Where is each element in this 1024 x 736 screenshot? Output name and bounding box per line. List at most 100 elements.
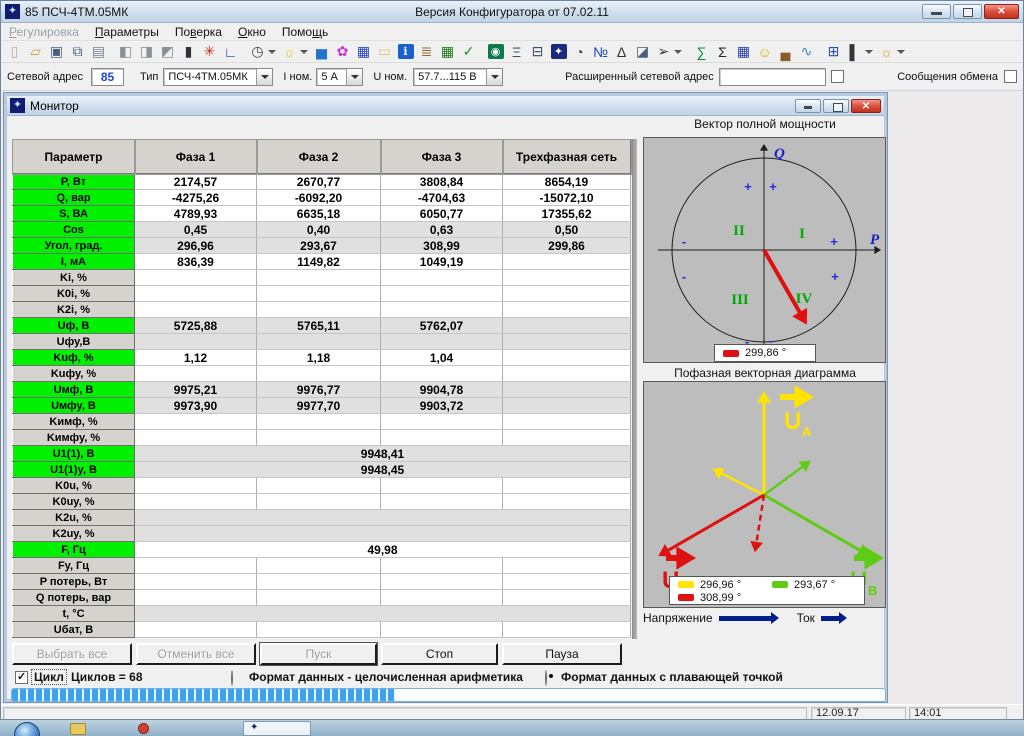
info-icon[interactable]: ℹ — [395, 42, 416, 62]
monitor-minimize-button[interactable] — [795, 98, 821, 113]
chevron-down-icon[interactable] — [300, 49, 308, 54]
start-button[interactable] — [14, 722, 40, 736]
pointer-icon[interactable]: ➢ — [653, 42, 674, 62]
export-icon[interactable]: ⊞ — [823, 42, 844, 62]
format-float-radio[interactable] — [545, 670, 547, 686]
chevron-down-icon[interactable] — [346, 68, 363, 85]
scales-icon[interactable]: Ξ — [506, 42, 527, 62]
param-label[interactable]: F, Гц — [12, 541, 135, 558]
param-label[interactable]: K2uу, % — [12, 525, 135, 542]
param-label[interactable]: Cos — [12, 221, 135, 238]
format-int-label[interactable]: Формат данных - целочисленная арифметика — [249, 670, 523, 684]
type-combobox[interactable]: ПСЧ-4ТМ.05МК — [163, 67, 274, 86]
network-address-field[interactable]: 85 — [91, 67, 125, 86]
delta-icon[interactable]: Δ — [611, 42, 632, 62]
param-label[interactable]: Uф, В — [12, 317, 135, 334]
param-label[interactable]: Uбат, В — [12, 621, 135, 638]
taskbar[interactable] — [0, 719, 1024, 736]
param-label[interactable]: P потерь, Вт — [12, 573, 135, 590]
messages-checkbox[interactable] — [1004, 70, 1017, 83]
calendar-icon[interactable]: ▦ — [353, 42, 374, 62]
param-label[interactable]: Fу, Гц — [12, 557, 135, 574]
param-label[interactable]: Uмф, В — [12, 381, 135, 398]
battery-icon[interactable]: ▄ — [775, 42, 796, 62]
write-device-icon[interactable]: ◨ — [136, 42, 157, 62]
button-Стоп[interactable]: Стоп — [381, 643, 498, 665]
logo-window-icon[interactable]: ✦ — [548, 42, 569, 62]
button-Выбрать все[interactable]: Выбрать все — [12, 643, 132, 665]
param-label[interactable]: S, ВА — [12, 205, 135, 222]
param-label[interactable]: Kuф, % — [12, 349, 135, 366]
param-label[interactable]: K2i, % — [12, 301, 135, 318]
minimize-button[interactable] — [922, 4, 951, 19]
bell-icon[interactable]: ☺ — [754, 42, 775, 62]
stopwatch-icon[interactable]: ◔ — [569, 42, 590, 62]
param-label[interactable]: Q потерь, вар — [12, 589, 135, 606]
param-label[interactable]: Q, вар — [12, 189, 135, 206]
bar-chart-icon[interactable]: ▅ — [311, 42, 332, 62]
active-task-button[interactable] — [243, 721, 311, 736]
new-document-icon[interactable]: ▯ — [4, 42, 25, 62]
format-float-label[interactable]: Формат данных с плавающей точкой — [561, 670, 783, 684]
connection-icon[interactable]: ∟ — [220, 42, 241, 62]
journal-icon[interactable]: ≣ — [416, 42, 437, 62]
page-edit-icon[interactable]: ◪ — [632, 42, 653, 62]
button-Отменить все[interactable]: Отменить все — [136, 643, 256, 665]
param-label[interactable]: Uмфу, В — [12, 397, 135, 414]
cycle-label[interactable]: Цикл — [31, 669, 67, 685]
archive-icon[interactable]: ▦ — [733, 42, 754, 62]
extended-address-field[interactable] — [718, 67, 826, 86]
menu-Окно[interactable]: Окно — [230, 24, 274, 40]
chevron-down-icon[interactable] — [674, 49, 682, 54]
param-label[interactable]: Kимф, % — [12, 413, 135, 430]
param-label[interactable]: Kимфу, % — [12, 429, 135, 446]
param-label[interactable]: K0uу, % — [12, 493, 135, 510]
monitor-close-button[interactable] — [851, 98, 881, 113]
gauge-icon[interactable]: ◷ — [247, 42, 268, 62]
phone-icon[interactable]: ▌ — [844, 42, 865, 62]
param-label[interactable]: Uфу,В — [12, 333, 135, 350]
folder-icon[interactable] — [70, 723, 86, 735]
read-device-icon[interactable]: ◧ — [115, 42, 136, 62]
restore-button[interactable] — [953, 4, 982, 19]
sum-green-icon[interactable]: ∑ — [691, 42, 712, 62]
param-label[interactable]: U1(1), В — [12, 445, 135, 462]
param-label[interactable]: Ki, % — [12, 269, 135, 286]
print-icon[interactable]: ▤ — [88, 42, 109, 62]
close-button[interactable] — [984, 4, 1019, 19]
param-label[interactable]: Kuфу, % — [12, 365, 135, 382]
check-icon[interactable]: ✓ — [458, 42, 479, 62]
open-icon[interactable]: ▱ — [25, 42, 46, 62]
table-splitter[interactable] — [632, 139, 637, 639]
menu-Помощь[interactable]: Помощь — [274, 24, 336, 40]
param-label[interactable]: U1(1)у, В — [12, 461, 135, 478]
chevron-down-icon[interactable] — [865, 49, 873, 54]
read-group-icon[interactable]: ◩ — [157, 42, 178, 62]
menu-Поверка[interactable]: Поверка — [167, 24, 230, 40]
unom-combobox[interactable]: 57.7...115 В — [413, 67, 504, 86]
extended-address-checkbox[interactable] — [830, 70, 844, 83]
break-exchange-icon[interactable]: ✳ — [199, 42, 220, 62]
param-label[interactable]: t, °C — [12, 605, 135, 622]
param-label[interactable]: K0i, % — [12, 285, 135, 302]
device-icon[interactable]: ▮ — [178, 42, 199, 62]
app-quicklaunch-icon[interactable] — [138, 723, 149, 734]
palette-icon[interactable]: ✿ — [332, 42, 353, 62]
eye-icon[interactable]: ◉ — [485, 42, 506, 62]
button-Пуск[interactable]: Пуск — [259, 642, 378, 666]
monitor-device-icon[interactable]: ⊟ — [527, 42, 548, 62]
monitor-restore-button[interactable] — [823, 98, 849, 113]
digits-icon[interactable]: № — [590, 42, 611, 62]
inom-combobox[interactable]: 5 А — [316, 67, 364, 86]
param-label[interactable]: Угол, град. — [12, 237, 135, 254]
format-int-radio[interactable] — [231, 670, 233, 686]
cycle-checkbox[interactable] — [15, 670, 28, 684]
chevron-down-icon[interactable] — [256, 68, 273, 85]
param-label[interactable]: K0u, % — [12, 477, 135, 494]
menu-Параметры[interactable]: Параметры — [87, 24, 167, 40]
param-label[interactable]: P, Вт — [12, 173, 135, 190]
lamp-icon[interactable]: ☼ — [279, 42, 300, 62]
notes-icon[interactable]: ▭ — [374, 42, 395, 62]
chevron-down-icon[interactable] — [486, 68, 503, 85]
save-icon[interactable]: ▣ — [46, 42, 67, 62]
